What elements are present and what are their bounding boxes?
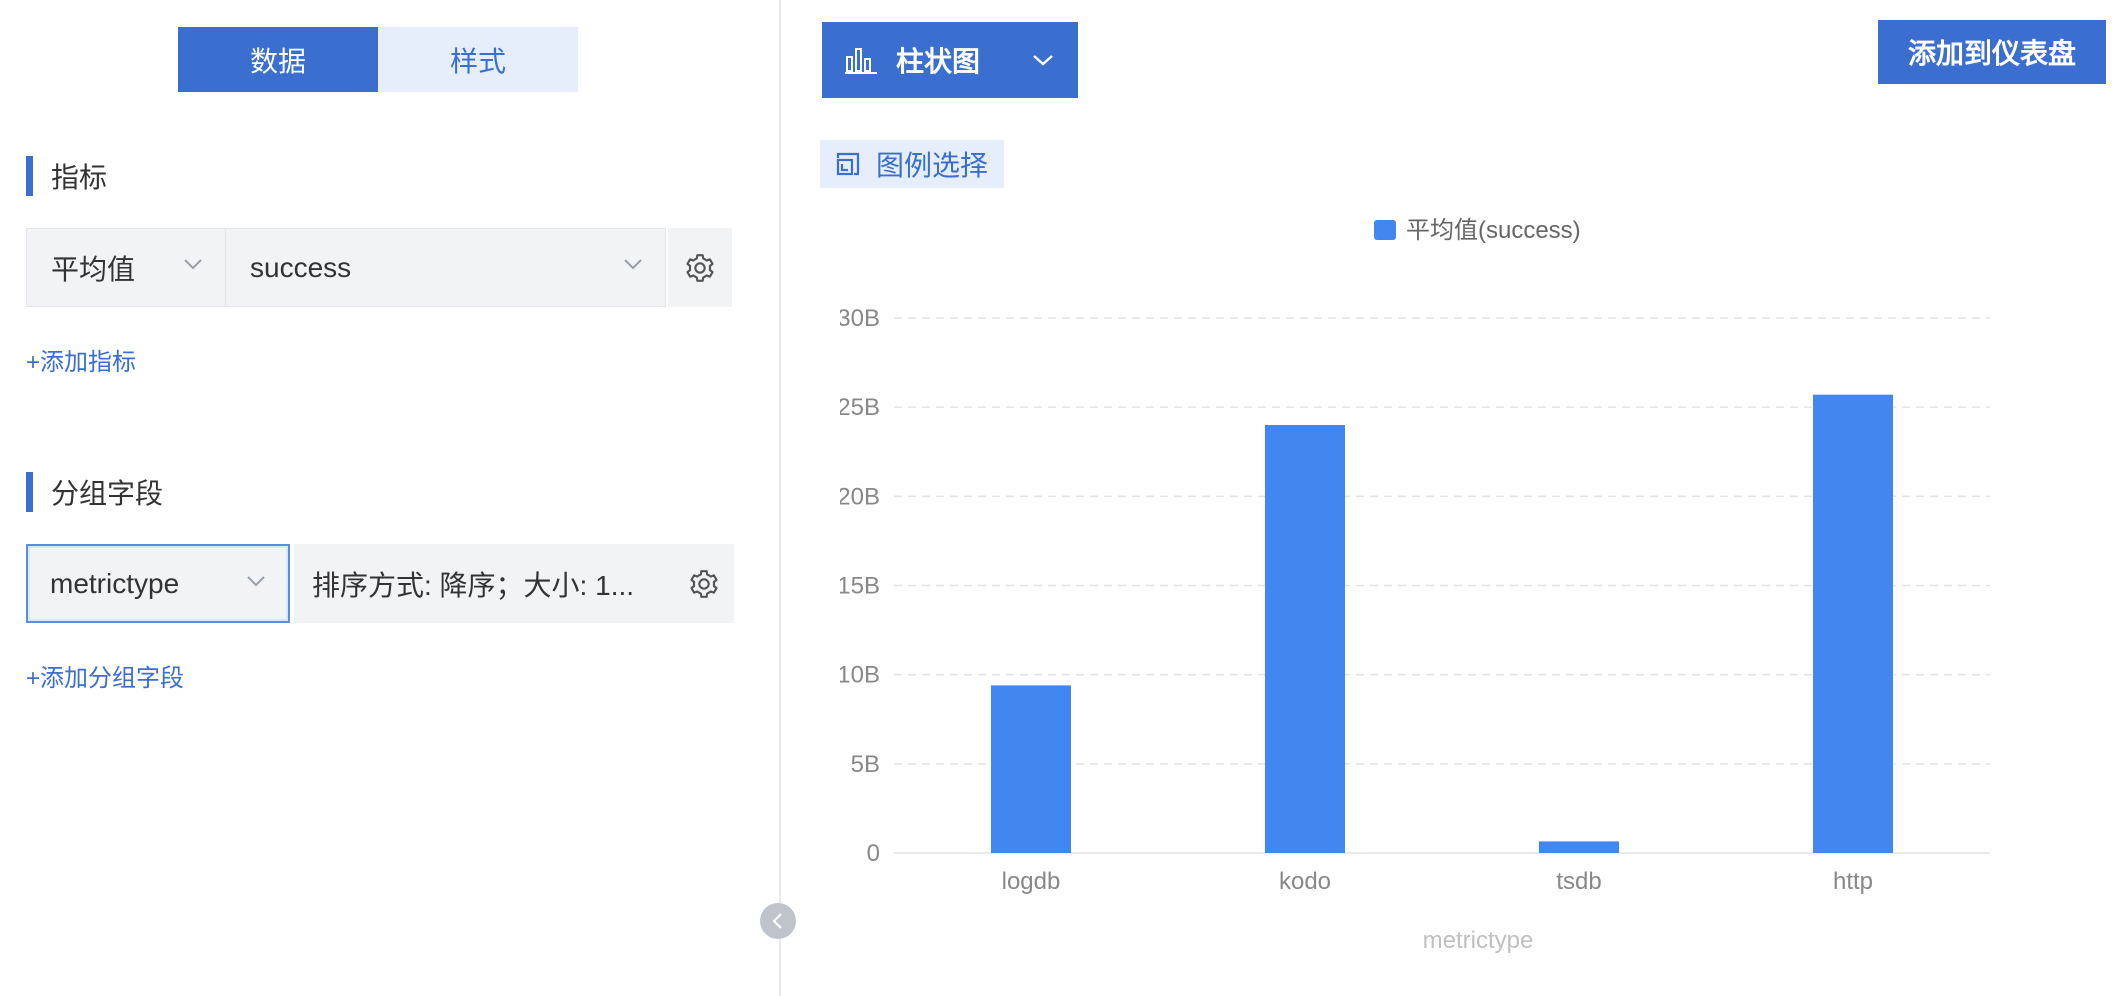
x-tick-label: http <box>1833 868 1873 895</box>
bar-logdb[interactable] <box>991 685 1071 853</box>
metric-settings-button[interactable] <box>668 228 732 307</box>
y-tick-label: 5B <box>851 751 880 778</box>
legend-select-icon <box>836 152 860 176</box>
x-tick-label: tsdb <box>1556 868 1601 895</box>
legend-select-button[interactable]: 图例选择 <box>820 140 1004 188</box>
bar-kodo[interactable] <box>1265 425 1345 853</box>
grouping-row: metrictype 排序方式: 降序；大小: 1... <box>26 544 734 623</box>
collapse-panel-button[interactable] <box>760 903 796 939</box>
metric-field-value: success <box>250 251 352 283</box>
bar-chart-icon <box>845 48 877 74</box>
metrics-title: 指标 <box>51 162 108 193</box>
panel-divider[interactable] <box>779 0 781 996</box>
query-config-panel: 数据 样式 指标 平均值 success +添加指标 分组字段 metricty… <box>0 0 779 996</box>
add-group-field-link[interactable]: +添加分组字段 <box>26 658 184 693</box>
sort-summary: 排序方式: 降序；大小: 1... <box>312 569 635 601</box>
chart-bars <box>991 394 1893 853</box>
gear-icon <box>690 569 718 598</box>
chart-type-label: 柱状图 <box>896 46 981 77</box>
x-tick-label: kodo <box>1279 868 1331 895</box>
metrics-section-title: 指标 <box>26 156 107 196</box>
group-settings-button[interactable] <box>674 544 734 623</box>
y-tick-label: 25B <box>840 394 880 421</box>
metric-row: 平均值 success <box>26 228 732 307</box>
chart-type-select[interactable]: 柱状图 <box>822 22 1078 98</box>
aggregation-value: 平均值 <box>51 253 136 285</box>
y-tick-label: 30B <box>840 305 880 332</box>
add-metric-link[interactable]: +添加指标 <box>26 342 136 377</box>
grouping-section-title: 分组字段 <box>26 472 163 512</box>
group-field-select[interactable]: metrictype <box>26 544 290 623</box>
add-to-dashboard-button[interactable]: 添加到仪表盘 <box>1878 20 2106 84</box>
sort-options-field[interactable]: 排序方式: 降序；大小: 1... <box>294 544 674 623</box>
legend-select-label: 图例选择 <box>876 150 989 181</box>
chevron-down-icon <box>247 576 265 587</box>
aggregation-select[interactable]: 平均值 <box>26 228 226 307</box>
section-accent-bar <box>26 472 33 512</box>
x-axis-title: metrictype <box>1423 927 1534 954</box>
legend-label: 平均值(success) <box>1406 217 1581 244</box>
y-tick-label: 20B <box>840 483 880 510</box>
legend-swatch <box>1374 220 1396 240</box>
chart-legend[interactable]: 平均值(success) <box>1374 217 1581 244</box>
bar-tsdb[interactable] <box>1539 841 1619 853</box>
x-tick-label: logdb <box>1002 868 1061 895</box>
chevron-down-icon <box>1033 55 1053 66</box>
chevron-down-icon <box>184 259 202 270</box>
y-tick-label: 15B <box>840 573 880 600</box>
metric-field-select[interactable]: success <box>226 228 666 307</box>
bar-chart: 平均值(success) 0 5B 10B 15B 20B 25B 30B logdb kod… <box>840 217 1990 954</box>
grouping-title: 分组字段 <box>51 478 164 509</box>
y-tick-label: 0 <box>867 840 880 867</box>
chevron-left-icon <box>772 913 782 929</box>
group-field-value: metrictype <box>50 567 180 599</box>
chevron-down-icon <box>624 259 642 270</box>
y-tick-label: 10B <box>840 662 880 689</box>
gear-icon <box>686 253 714 282</box>
y-axis: 0 5B 10B 15B 20B 25B 30B <box>840 305 880 867</box>
tab-style[interactable]: 样式 <box>378 27 578 92</box>
panel-tabs: 数据 样式 <box>178 27 578 92</box>
section-accent-bar <box>26 156 33 196</box>
tab-data[interactable]: 数据 <box>178 27 378 92</box>
bar-http[interactable] <box>1813 394 1893 853</box>
x-axis: logdb kodo tsdb http <box>1002 868 1873 895</box>
